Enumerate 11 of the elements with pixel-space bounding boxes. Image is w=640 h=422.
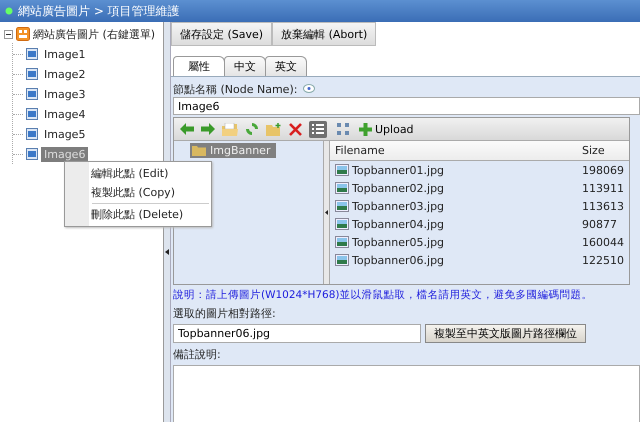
file-size: 113911 <box>582 182 624 194</box>
file-size: 160044 <box>582 236 624 248</box>
file-size: 90877 <box>582 218 617 230</box>
window-title: 網站廣告圖片 > 項目管理維護 <box>18 2 180 20</box>
file-size: 122510 <box>582 254 624 266</box>
field-label: 備註說明: <box>173 347 222 361</box>
notice-text: 說明：請上傳圖片(W1024*H768)並以滑鼠點取，檔名請用英文，避免多國編碼問題。 <box>173 288 594 302</box>
field-label: 選取的圖片相對路徑: <box>173 306 277 320</box>
file-size: 198069 <box>582 164 624 176</box>
file-size: 113613 <box>582 200 624 212</box>
field-label: 節點名稱 (Node Name): <box>173 82 298 96</box>
